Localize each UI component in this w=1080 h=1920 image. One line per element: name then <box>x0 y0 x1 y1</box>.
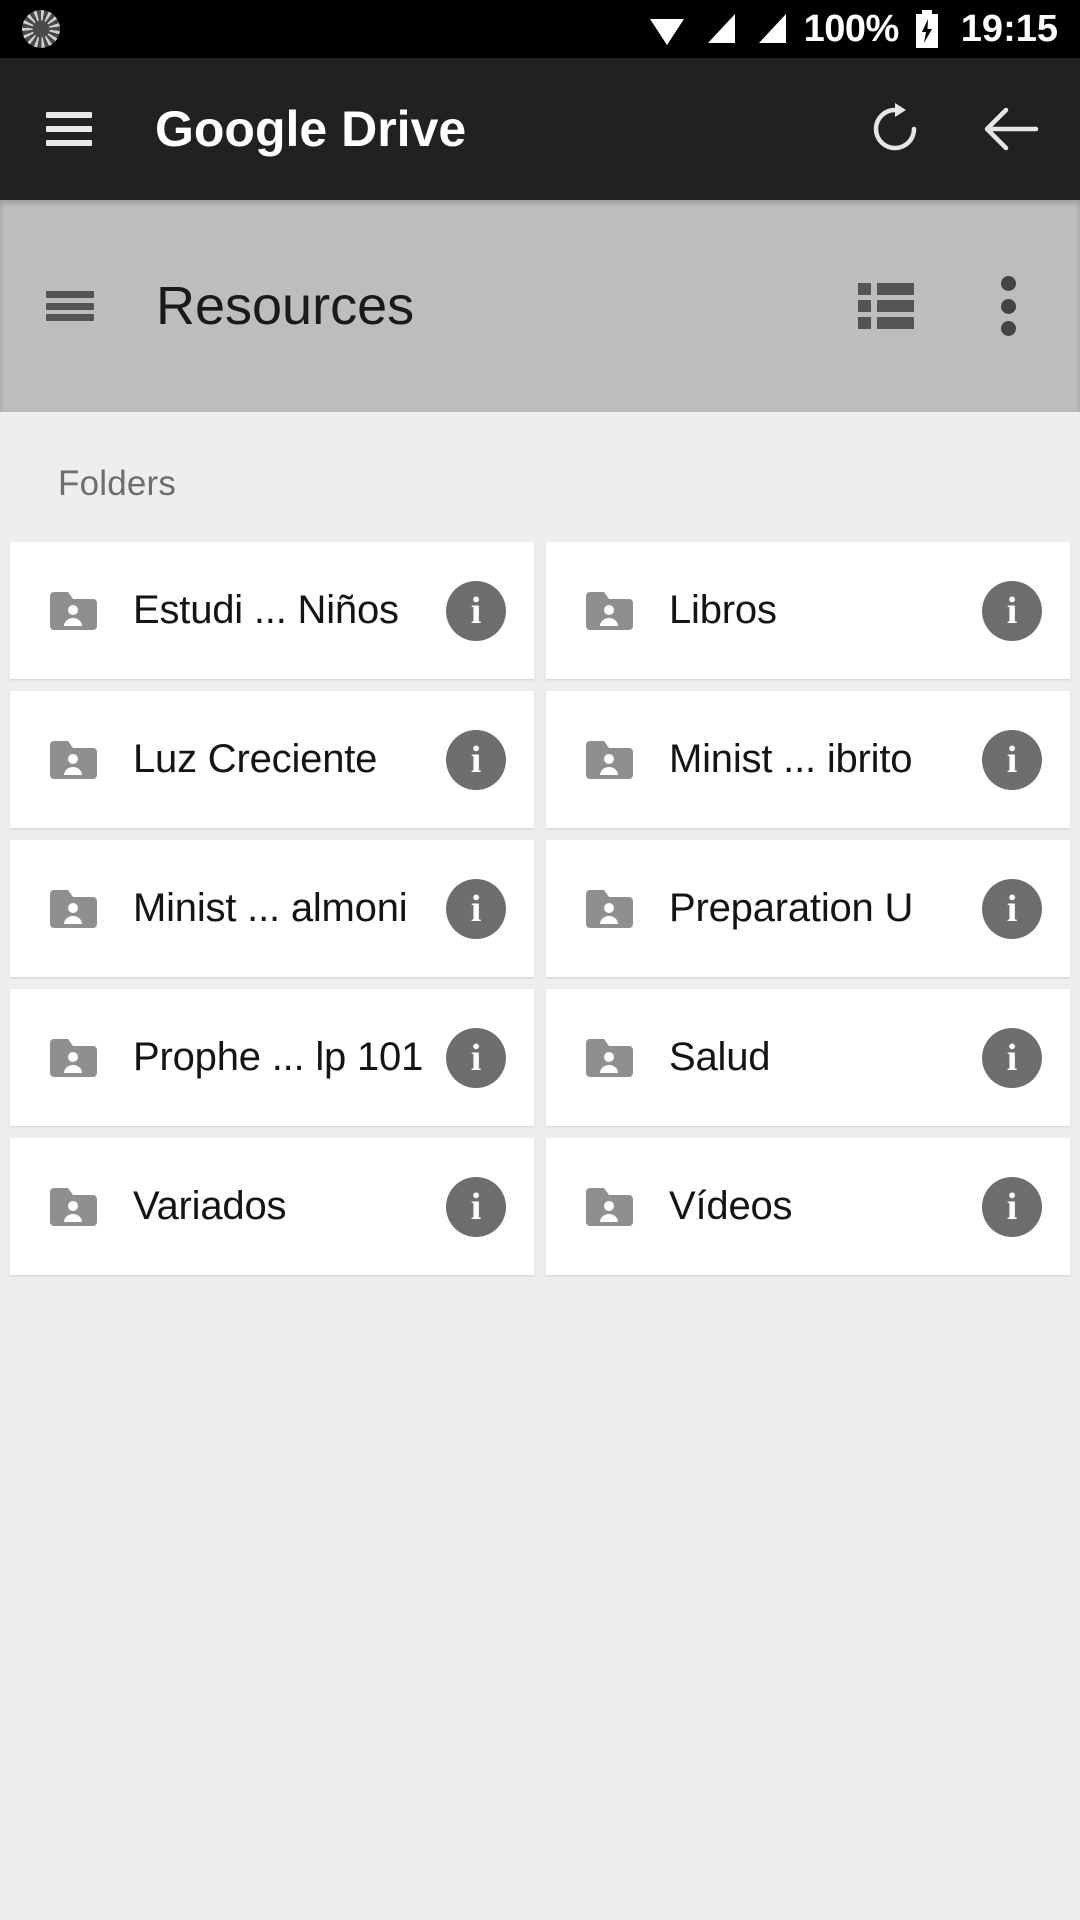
folder-card[interactable]: Salud i <box>546 989 1070 1126</box>
folder-name: Minist ... almoni <box>133 886 408 930</box>
folder-info-button[interactable]: i <box>982 580 1042 641</box>
shared-folder-icon <box>586 1187 633 1226</box>
folder-info-button[interactable]: i <box>446 1027 506 1088</box>
folder-name: Salud <box>669 1035 771 1079</box>
list-view-row <box>858 300 914 312</box>
folder-card[interactable]: Prophe ... lp 101 i <box>10 989 534 1126</box>
info-icon: i <box>470 887 482 930</box>
info-icon: i <box>1006 887 1018 930</box>
list-view-icon[interactable] <box>858 283 914 329</box>
info-icon: i <box>1006 1185 1018 1228</box>
folders-grid: Estudi ... Niños i Libros i Luz Crecient <box>0 542 1080 1275</box>
overflow-dot <box>1000 321 1016 336</box>
wifi-icon <box>649 19 684 45</box>
list-view-bar <box>877 283 914 295</box>
folder-name: Variados <box>133 1184 287 1228</box>
folder-card[interactable]: Estudi ... Niños i <box>10 542 534 679</box>
folder-card[interactable]: Variados i <box>10 1138 534 1275</box>
battery-percent-label: 100% <box>803 8 900 50</box>
list-view-square <box>858 317 871 329</box>
arrow-left-icon <box>984 107 1039 151</box>
folder-card[interactable]: Vídeos i <box>546 1138 1070 1275</box>
hamburger-line <box>46 126 92 132</box>
info-icon: i <box>470 1185 482 1228</box>
breadcrumb-title: Resources <box>156 276 415 336</box>
list-view-bar <box>877 317 914 329</box>
section-header-folders: Folders <box>58 464 177 503</box>
folder-info-button[interactable]: i <box>446 878 506 939</box>
app-bar-actions <box>864 98 1042 160</box>
list-view-square <box>858 300 871 312</box>
folder-card[interactable]: Minist ... almoni i <box>10 840 534 977</box>
app-bar: Google Drive <box>0 58 1080 200</box>
info-icon: i <box>1006 1036 1018 1079</box>
content-area: Folders Estudi ... Niños i Libros i Luz … <box>0 412 1080 1920</box>
status-bar-left <box>22 10 60 48</box>
folder-info-button[interactable]: i <box>982 1176 1042 1237</box>
more-vertical-icon[interactable] <box>1000 276 1016 336</box>
sync-spinner-icon <box>22 10 60 48</box>
shared-folder-icon <box>586 591 633 630</box>
folder-name: Preparation U <box>669 886 914 930</box>
folder-info-button[interactable]: i <box>982 878 1042 939</box>
info-icon: i <box>1006 738 1018 781</box>
folder-name: Minist ... ibrito <box>669 737 913 781</box>
list-view-bar <box>877 300 914 312</box>
hamburger-line <box>46 302 94 310</box>
list-view-row <box>858 283 914 295</box>
hamburger-line <box>46 314 94 321</box>
hamburger-line <box>46 291 94 298</box>
folder-card[interactable]: Luz Creciente i <box>10 691 534 828</box>
drawer-toggle-hamburger-icon[interactable] <box>46 291 94 321</box>
overflow-dot <box>1000 276 1016 291</box>
refresh-button[interactable] <box>864 98 926 160</box>
folder-name: Libros <box>669 588 777 632</box>
status-bar: 100% 19:15 <box>0 0 1080 58</box>
clock-label: 19:15 <box>960 8 1058 50</box>
folder-info-button[interactable]: i <box>446 729 506 790</box>
shared-folder-icon <box>586 740 633 779</box>
refresh-icon <box>873 103 917 151</box>
overflow-dot <box>1000 298 1016 314</box>
folder-card[interactable]: Minist ... ibrito i <box>546 691 1070 828</box>
list-view-square <box>858 283 871 295</box>
folder-info-button[interactable]: i <box>982 1027 1042 1088</box>
folder-info-button[interactable]: i <box>446 1176 506 1237</box>
folder-card[interactable]: Preparation U i <box>546 840 1070 977</box>
sub-toolbar: Resources <box>0 200 1080 412</box>
info-icon: i <box>1006 589 1018 632</box>
shared-folder-icon <box>50 889 97 928</box>
shared-folder-icon <box>50 1038 97 1077</box>
folder-name: Vídeos <box>669 1184 793 1228</box>
folder-info-button[interactable]: i <box>982 729 1042 790</box>
shared-folder-icon <box>50 1187 97 1226</box>
info-icon: i <box>470 738 482 781</box>
hamburger-line <box>46 140 92 146</box>
shared-folder-icon <box>50 591 97 630</box>
folder-name: Estudi ... Niños <box>133 588 399 632</box>
signal-bars-icon-2 <box>758 14 786 43</box>
info-icon: i <box>470 589 482 632</box>
shared-folder-icon <box>50 740 97 779</box>
info-icon: i <box>470 1036 482 1079</box>
shared-folder-icon <box>586 1038 633 1077</box>
app-title: Google Drive <box>155 101 467 157</box>
battery-charging-icon <box>915 10 938 48</box>
folder-info-button[interactable]: i <box>446 580 506 641</box>
hamburger-line <box>46 112 92 118</box>
folder-name: Prophe ... lp 101 <box>133 1035 424 1079</box>
folder-name: Luz Creciente <box>133 737 378 781</box>
back-button[interactable] <box>980 98 1042 160</box>
folder-card[interactable]: Libros i <box>546 542 1070 679</box>
shared-folder-icon <box>586 889 633 928</box>
signal-bars-icon-1 <box>707 14 735 43</box>
list-view-row <box>858 317 914 329</box>
hamburger-menu-icon[interactable] <box>46 112 92 146</box>
status-bar-right: 100% 19:15 <box>647 10 1058 48</box>
sub-toolbar-actions <box>858 276 1040 336</box>
